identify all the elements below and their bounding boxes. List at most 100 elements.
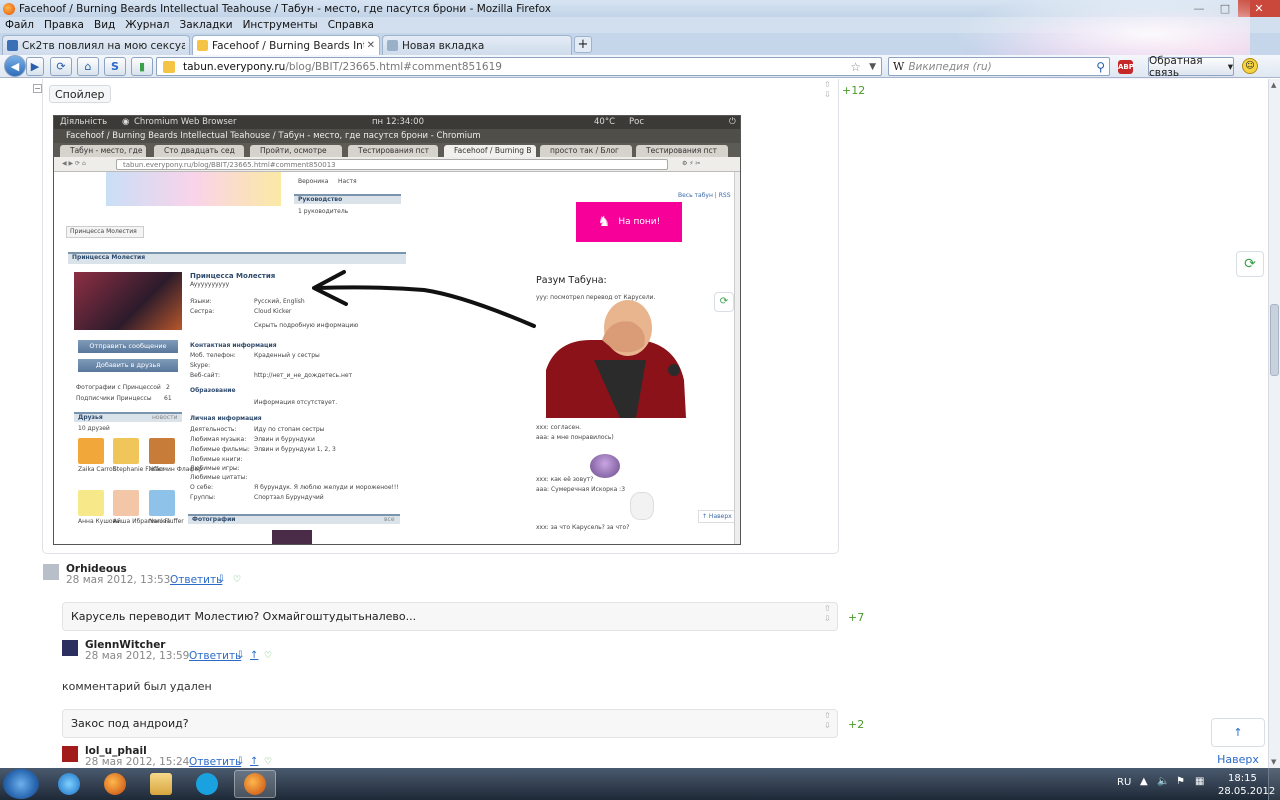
reload-button[interactable]: ⟳	[50, 57, 72, 76]
menu-history[interactable]: Журнал	[125, 19, 169, 31]
leader-count: 1 руководитель	[298, 208, 349, 215]
subscribers-count: 61	[164, 395, 172, 402]
url-bar[interactable]: tabun.everypony.ru/blog/BBIT/23665.html#…	[156, 57, 882, 76]
tab-1[interactable]: Ск2тв повлиял на мою сексуальну...	[2, 35, 190, 55]
back-button[interactable]: ◀	[4, 55, 26, 77]
chromium-nav-icon: ◀ ▶ ⟳ ⌂	[62, 160, 86, 167]
parent-arrow-icon[interactable]: ⇩	[217, 574, 225, 585]
avatar[interactable]	[62, 746, 78, 762]
favorite-heart-icon[interactable]: ♡	[264, 651, 272, 661]
search-bar[interactable]: W Википедия (ru) ⚲	[888, 57, 1110, 76]
menu-file[interactable]: Файл	[5, 19, 34, 31]
menu-view[interactable]: Вид	[94, 19, 115, 31]
tab-label: Facehoof / Burning Beards Intellectua...	[212, 39, 364, 52]
wikipedia-icon[interactable]: W	[893, 60, 904, 73]
comment-date: 28 мая 2012, 13:53	[66, 574, 171, 586]
new-tab-button[interactable]: +	[574, 36, 592, 53]
scrollbar-thumb[interactable]	[1270, 304, 1279, 376]
parent-arrow-icon[interactable]: ⇩	[236, 756, 244, 767]
tray-up-icon[interactable]: ▲	[1140, 776, 1148, 787]
clock-time[interactable]: 18:15	[1228, 773, 1257, 784]
home-button[interactable]: ⌂	[77, 57, 99, 76]
chromium-tab: Facehoof / Burning B	[444, 145, 536, 157]
adblock-icon[interactable]: ABP	[1118, 60, 1134, 74]
minimize-button[interactable]: —	[1186, 0, 1212, 17]
favorite-heart-icon[interactable]: ♡	[264, 757, 272, 767]
stats-icon[interactable]: ▮	[131, 57, 153, 76]
embedded-screenshot[interactable]: Діяльність ◉ Chromium Web Browser пн 12:…	[53, 115, 741, 545]
volume-icon[interactable]: 🔈	[1157, 776, 1169, 787]
avatar[interactable]	[62, 640, 78, 656]
vote-arrows-icon[interactable]: ⇧ ⇩	[824, 711, 831, 731]
info-value: Краденный у сестры	[254, 352, 320, 359]
skype-icon[interactable]: S	[104, 57, 126, 76]
keyboard-language[interactable]: RU	[1117, 777, 1131, 788]
taskbar-explorer[interactable]	[140, 770, 182, 798]
window-controls: — □ ✕	[1186, 0, 1280, 17]
comment-date: 28 мая 2012, 13:59	[85, 650, 190, 662]
tab-strip: Ск2тв повлиял на мою сексуальну... Faceh…	[0, 33, 1280, 55]
feedback-button[interactable]: Обратная связь ▾	[1148, 54, 1234, 79]
clock-date[interactable]: 28.05.2012	[1218, 786, 1275, 797]
profile-status: Ayyyyyyyyyy	[190, 281, 230, 288]
spoiler-button[interactable]: Спойлер	[49, 85, 111, 103]
scroll-up-icon[interactable]: ▲	[1271, 81, 1276, 89]
taskbar-ie[interactable]	[48, 770, 90, 798]
up-arrow-icon[interactable]: ↑	[250, 756, 258, 767]
close-button[interactable]: ✕	[1238, 0, 1280, 17]
favorite-heart-icon[interactable]: ♡	[233, 575, 241, 585]
info-label: Любимая музыка:	[190, 436, 247, 443]
parent-arrow-icon[interactable]: ⇩	[236, 650, 244, 661]
photos-link: Фотографии с Принцессой	[76, 384, 161, 391]
firefox-icon	[104, 773, 126, 795]
menu-tools[interactable]: Инструменты	[243, 19, 318, 31]
friends-count: 10 друзей	[78, 425, 110, 432]
menu-bookmarks[interactable]: Закладки	[179, 19, 232, 31]
scroll-to-top-button[interactable]: ↑ Наверх	[1211, 718, 1265, 766]
pony-icon: ♞	[597, 214, 611, 230]
up-arrow-icon[interactable]: ↑	[250, 650, 258, 661]
personal-head: Личная информация	[190, 415, 262, 422]
reply-link[interactable]: Ответить	[189, 756, 241, 768]
taskbar: RU ▲ 🔈 ⚑ ▦ 18:15 28.05.2012	[0, 768, 1280, 800]
page-scrollbar[interactable]: ▲ ▼	[1268, 79, 1280, 768]
skype-icon	[196, 773, 218, 795]
flag-icon[interactable]: ⚑	[1176, 776, 1185, 787]
taskbar-firefox[interactable]	[94, 770, 136, 798]
show-desktop-button[interactable]	[1268, 768, 1280, 800]
feedback-label: Обратная связь	[1149, 54, 1203, 79]
mind-title: Разум Табуна:	[536, 275, 607, 286]
smiley-icon[interactable]: ☺	[1242, 58, 1258, 74]
page-content: − Спойлер ⇧ ⇩ +12 Діяльність ◉ Chromium W…	[0, 79, 1268, 768]
reply-link[interactable]: Ответить	[189, 650, 241, 662]
bookmark-star-icon[interactable]: ☆	[850, 60, 861, 74]
avatar[interactable]	[43, 564, 59, 580]
menu-help[interactable]: Справка	[328, 19, 374, 31]
site-identity-icon[interactable]	[163, 60, 175, 73]
tab-close-icon[interactable]: ✕	[367, 40, 375, 51]
refresh-comments-button[interactable]: ⟳	[1236, 251, 1264, 277]
ie-icon	[58, 773, 80, 795]
search-icon[interactable]: ⚲	[1096, 60, 1105, 74]
tab-2[interactable]: Facehoof / Burning Beards Intellectua...…	[192, 35, 380, 55]
activities-label: Діяльність	[60, 117, 108, 127]
vote-arrows-icon[interactable]: ⇧ ⇩	[824, 80, 831, 100]
maximize-button[interactable]: □	[1212, 0, 1238, 17]
vote-arrows-icon[interactable]: ⇧ ⇩	[824, 604, 831, 624]
comment-rating: +2	[848, 718, 865, 731]
mind-line: aaa: Сумеречная Искорка :3	[536, 486, 626, 493]
taskbar-skype[interactable]	[186, 770, 228, 798]
url-dropdown-icon[interactable]: ▼	[869, 62, 876, 72]
menu-edit[interactable]: Правка	[44, 19, 84, 31]
chromium-tab: Сто двадцать сед	[154, 145, 244, 157]
tab-3[interactable]: Новая вкладка	[382, 35, 572, 55]
friend-name: Настя	[338, 178, 357, 185]
reply-link[interactable]: Ответить	[170, 574, 222, 586]
taskbar-firefox-active[interactable]	[234, 770, 276, 798]
scroll-down-icon[interactable]: ▼	[1271, 758, 1276, 766]
collapse-icon[interactable]: −	[33, 84, 42, 93]
forward-button[interactable]: ▶	[26, 57, 44, 76]
network-icon[interactable]: ▦	[1195, 776, 1204, 787]
folder-icon	[150, 773, 172, 795]
start-button[interactable]	[3, 769, 39, 799]
